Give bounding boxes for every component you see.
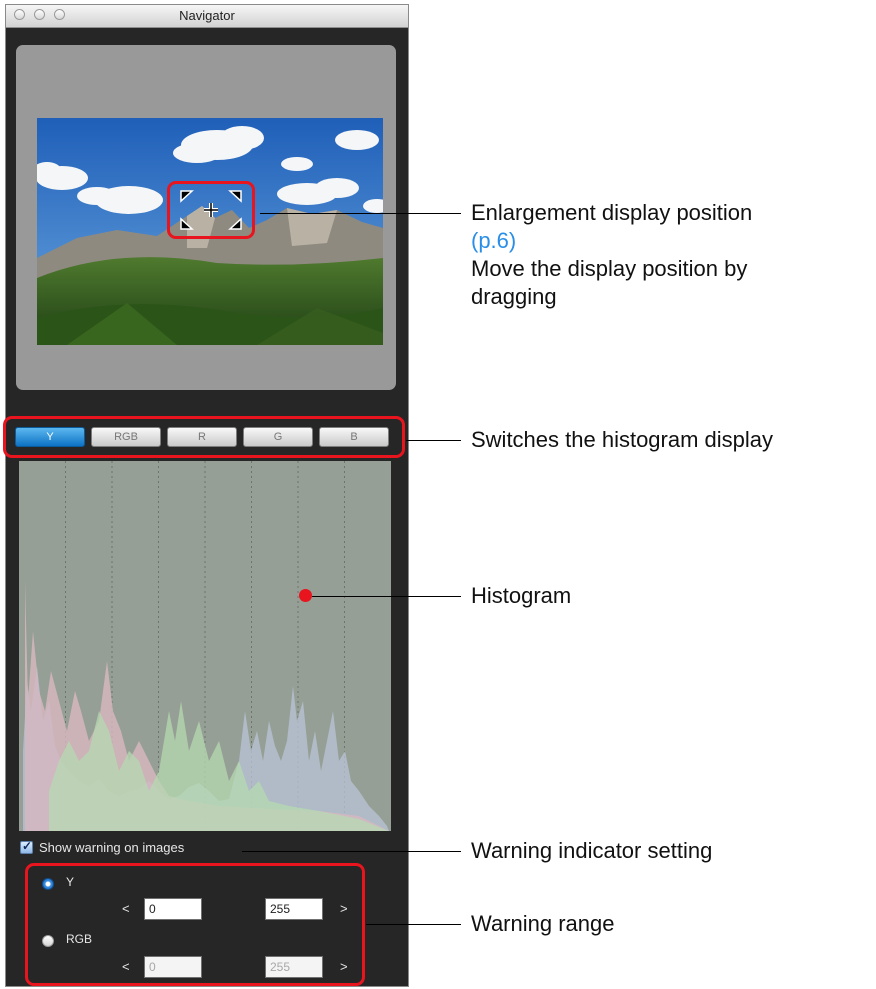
leader-histogram	[312, 596, 461, 597]
note-enlargement-title: Enlargement display position	[471, 200, 753, 225]
leader-warning-range	[366, 924, 461, 925]
show-warning-label: Show warning on images	[39, 840, 185, 855]
tabs-callout-outline	[3, 416, 405, 458]
note-enlargement: Enlargement display position (p.6) Move …	[471, 199, 752, 311]
page-reference-link[interactable]: (p.6)	[471, 227, 752, 255]
window-title: Navigator	[179, 8, 235, 23]
note-warning-indicator: Warning indicator setting	[471, 838, 713, 863]
show-warning-checkbox[interactable]: ✓	[20, 839, 33, 854]
note-warning-range: Warning range	[471, 911, 615, 936]
warning-range-callout-outline	[25, 863, 365, 986]
histogram-callout-dot	[299, 589, 312, 602]
note-enlargement-line3: dragging	[471, 284, 557, 309]
position-marker-icon	[180, 190, 242, 230]
leader-warning-indicator	[242, 851, 461, 852]
image-preview-panel	[16, 45, 396, 390]
note-histogram: Histogram	[471, 583, 572, 608]
note-histogram-switch: Switches the histogram display	[471, 427, 774, 452]
title-bar: Navigator	[6, 5, 408, 28]
enlargement-position-frame[interactable]	[167, 181, 255, 239]
note-enlargement-line2: Move the display position by	[471, 256, 748, 281]
leader-enlargement	[260, 213, 461, 214]
leader-tabs	[406, 440, 461, 441]
histogram-plot	[19, 461, 391, 831]
